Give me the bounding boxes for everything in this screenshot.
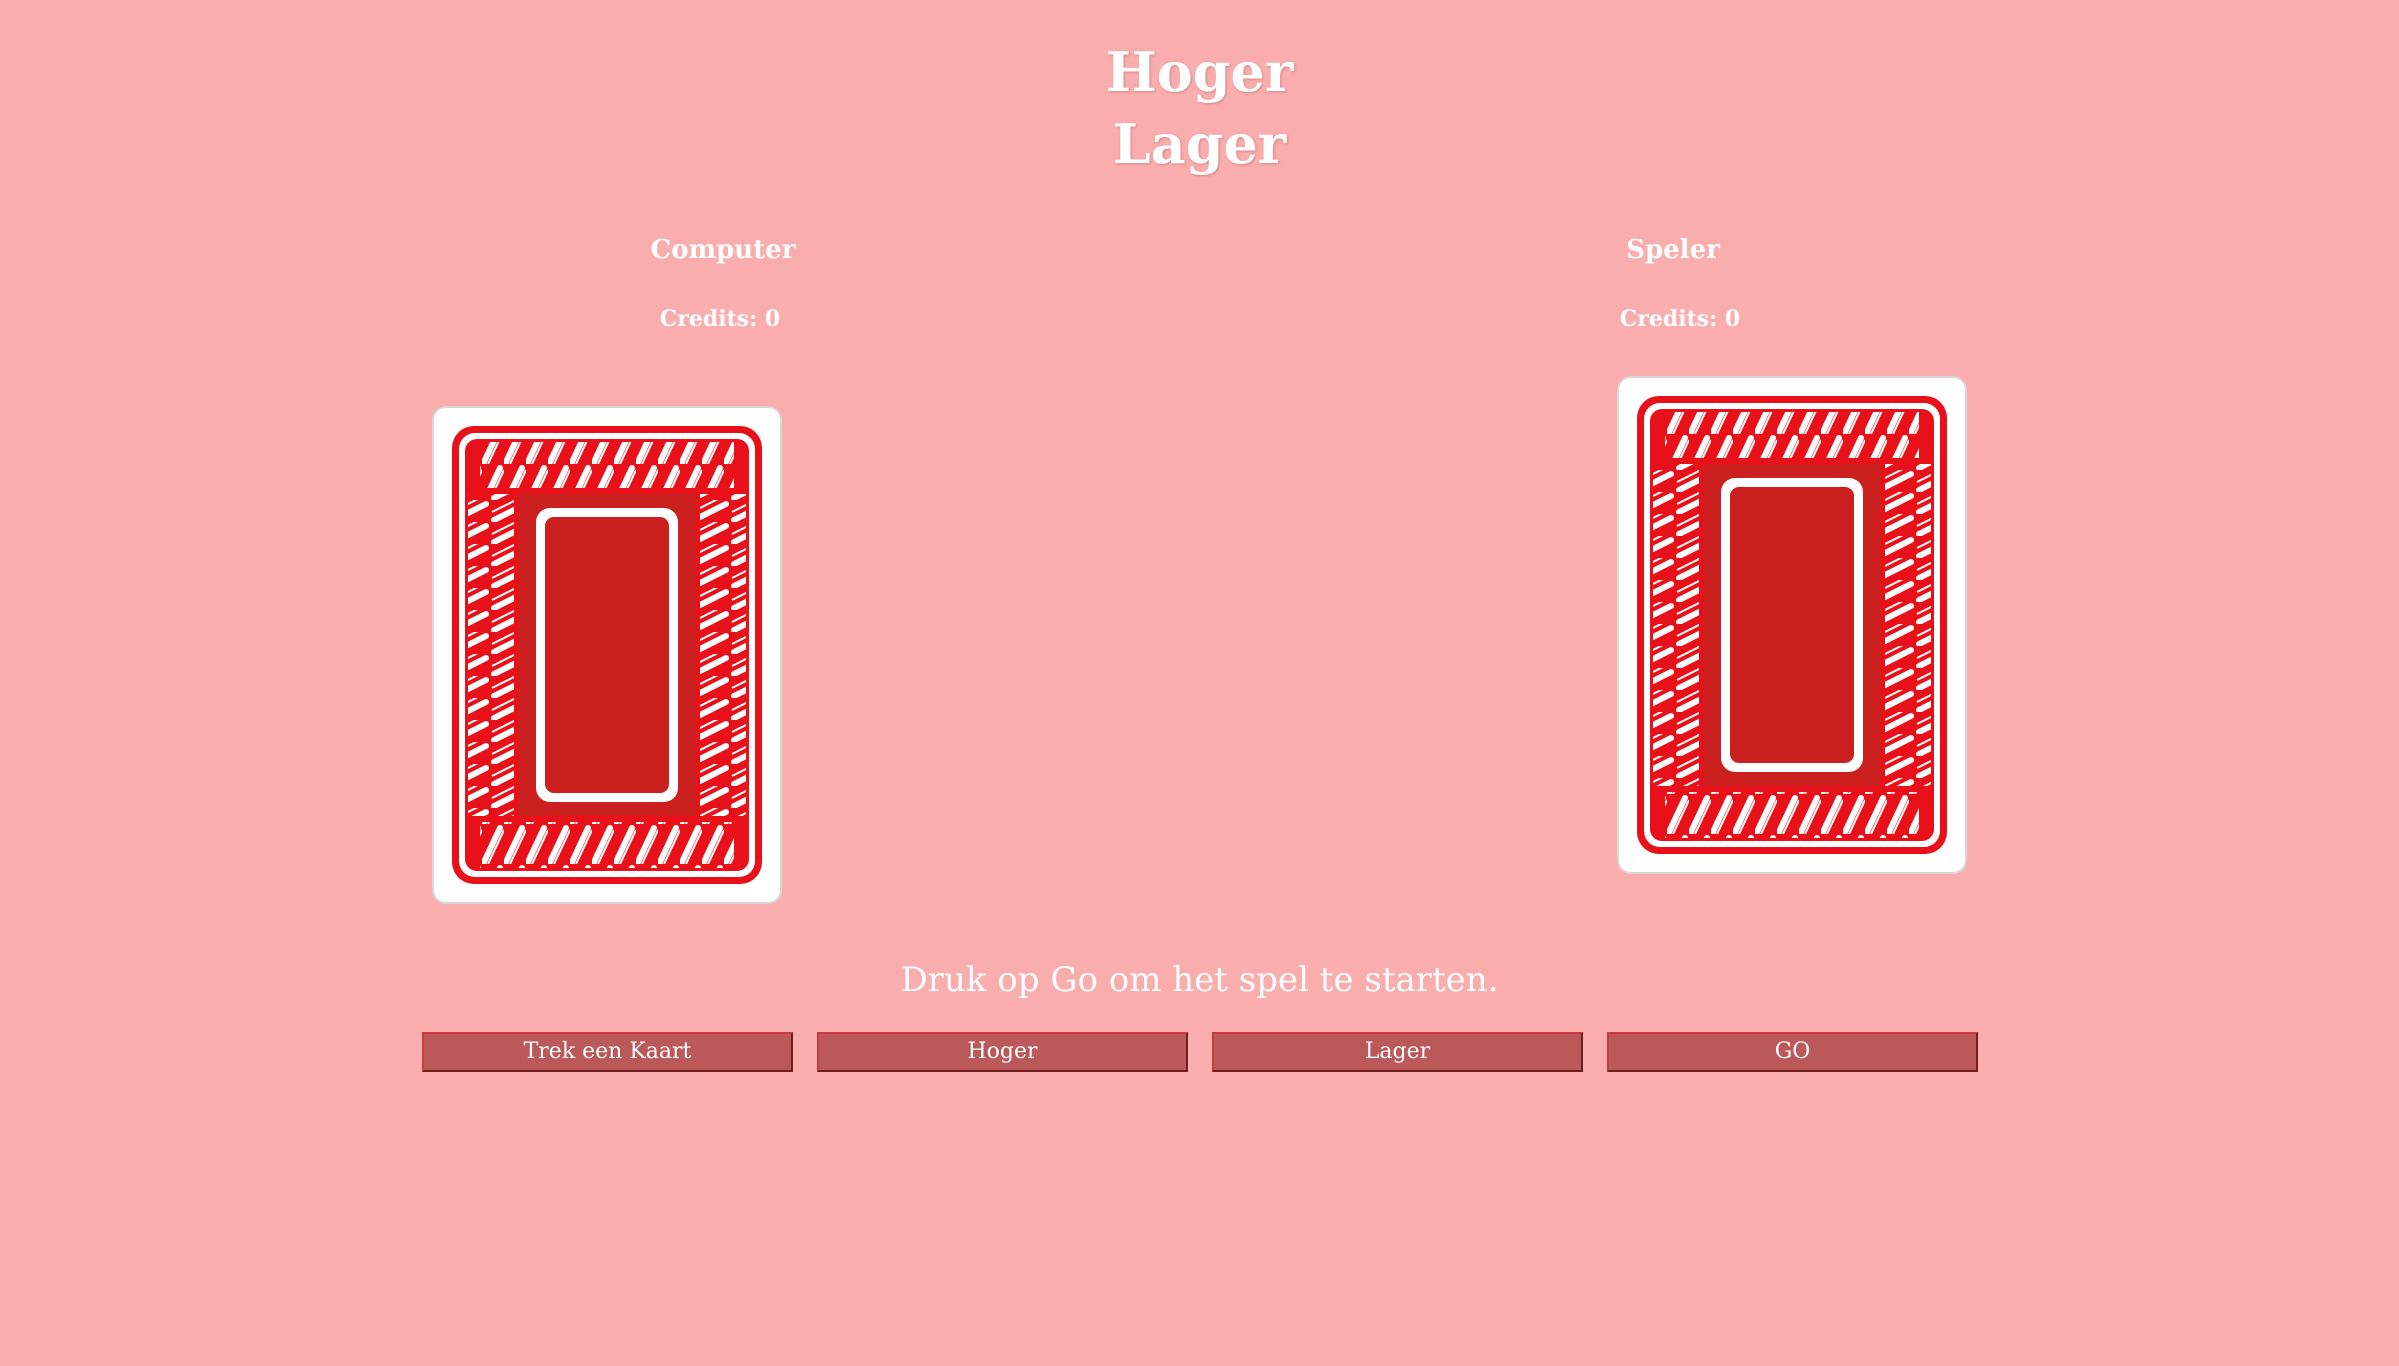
player-credits: Credits: 0 xyxy=(1619,306,1741,332)
status-message: Druk op Go om het spel te starten. xyxy=(900,960,1499,1000)
go-button[interactable]: GO xyxy=(1607,1032,1978,1072)
card-back-icon xyxy=(452,426,762,884)
draw-card-button[interactable]: Trek een Kaart xyxy=(422,1032,793,1072)
computer-label: Computer xyxy=(650,235,796,265)
lower-button[interactable]: Lager xyxy=(1212,1032,1583,1072)
player-label: Speler xyxy=(1626,235,1720,265)
computer-card xyxy=(432,406,782,904)
game-title: Hoger Lager xyxy=(0,36,2399,180)
title-line-hoger: Hoger xyxy=(1105,40,1294,104)
higher-button[interactable]: Hoger xyxy=(817,1032,1188,1072)
card-back-icon xyxy=(1637,396,1947,854)
computer-credits: Credits: 0 xyxy=(659,306,781,332)
player-card xyxy=(1617,376,1967,874)
title-line-lager: Lager xyxy=(1112,112,1287,176)
